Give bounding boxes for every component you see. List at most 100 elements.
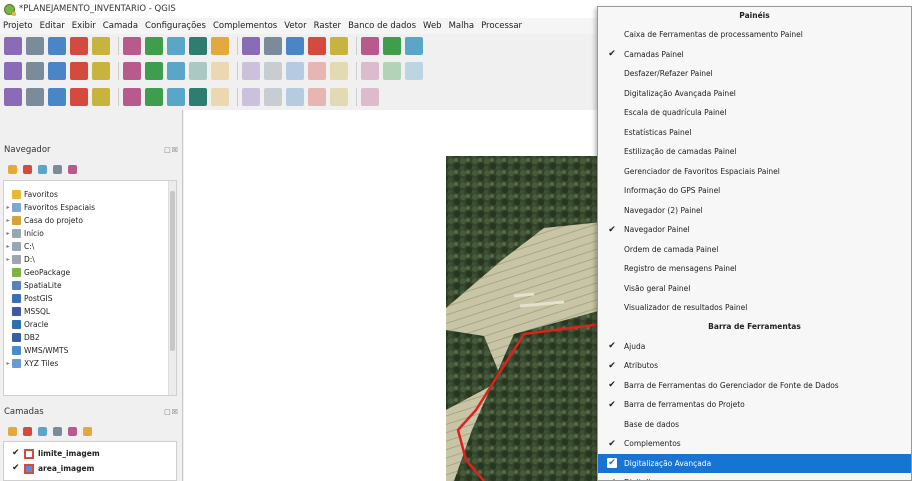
enable-properties-icon[interactable] (68, 164, 77, 174)
panel-toggle-4[interactable]: Escala de quadrícula Painel (598, 103, 911, 122)
cut-features-icon[interactable] (264, 62, 282, 80)
browser-item-12[interactable]: WMS/WMTS (4, 345, 68, 356)
menu-checkbox[interactable]: ✔ (607, 49, 617, 59)
panel-toggle-3[interactable]: Digitalização Avançada Painel (598, 84, 911, 103)
menu-checkbox[interactable] (607, 69, 617, 79)
map-tips-icon[interactable] (330, 37, 348, 55)
vertex-tool-icon[interactable] (48, 62, 66, 80)
save-project-icon[interactable] (48, 37, 66, 55)
pan-icon[interactable] (123, 37, 141, 55)
browser-item-10[interactable]: Oracle (4, 319, 48, 330)
menu-checkbox[interactable] (607, 283, 617, 293)
browser-tree[interactable]: Favoritos ▸ Favoritos Espaciais ▸ Casa do pr… (3, 180, 177, 396)
panel-toggle-12[interactable]: Registro de mensagens Painel (598, 259, 911, 278)
add-mesh-icon[interactable] (211, 88, 229, 106)
add-virtual-layer-icon[interactable] (189, 88, 207, 106)
expand-arrow-icon[interactable]: ▸ (4, 256, 12, 263)
open-project-icon[interactable] (26, 37, 44, 55)
menu-checkbox[interactable]: ✔ (607, 225, 617, 235)
toolbar-toggle-1[interactable]: ✔ Atributos (598, 356, 911, 375)
delete-selected-icon[interactable] (242, 62, 260, 80)
add-spatialite-icon[interactable] (70, 88, 88, 106)
menu-7[interactable]: Raster (314, 21, 341, 31)
digitize-shape-icon[interactable] (70, 62, 88, 80)
pencil-edit-icon[interactable] (145, 62, 163, 80)
panel-toggle-5[interactable]: Estatísticas Painel (598, 123, 911, 142)
browser-item-0[interactable]: Favoritos (4, 189, 58, 200)
toolbar-toggle-5[interactable]: ✔ Complementos (598, 434, 911, 453)
add-selected-layers-icon[interactable] (8, 164, 17, 174)
zoom-last-icon[interactable] (286, 37, 304, 55)
layers-panel-dock-buttons[interactable]: □☒ (164, 408, 179, 416)
refresh-icon[interactable] (405, 37, 423, 55)
new-print-layout-icon[interactable] (70, 37, 88, 55)
browser-scrollbar[interactable] (168, 181, 176, 395)
add-group-icon[interactable] (23, 426, 32, 436)
panel-toggle-9[interactable]: Navegador (2) Painel (598, 201, 911, 220)
menu-checkbox[interactable] (607, 205, 617, 215)
add-wms-icon[interactable] (123, 88, 141, 106)
menu-checkbox[interactable] (607, 186, 617, 196)
zoom-next-icon[interactable] (308, 37, 326, 55)
menu-0[interactable]: Projeto (3, 21, 33, 31)
menu-2[interactable]: Exibir (72, 21, 96, 31)
browser-item-9[interactable]: MSSQL (4, 306, 50, 317)
menu-checkbox[interactable] (607, 419, 617, 429)
new-shapefile-icon[interactable] (242, 88, 260, 106)
panel-toggle-14[interactable]: Visualizador de resultados Painel (598, 298, 911, 317)
undo-icon[interactable] (330, 62, 348, 80)
show-bookmarks-icon[interactable] (383, 37, 401, 55)
layout-manager-icon[interactable] (92, 37, 110, 55)
expand-arrow-icon[interactable]: ▸ (4, 204, 12, 211)
menu-11[interactable]: Processar (481, 21, 522, 31)
menu-10[interactable]: Malha (449, 21, 475, 31)
toolbar-toggle-3[interactable]: ✔ Barra de ferramentas do Projeto (598, 395, 911, 414)
menu-checkbox[interactable] (607, 244, 617, 254)
browser-item-8[interactable]: PostGIS (4, 293, 52, 304)
menu-1[interactable]: Editar (40, 21, 65, 31)
add-wfs-icon[interactable] (145, 88, 163, 106)
browser-item-3[interactable]: ▸ Início (4, 228, 44, 239)
add-delimited-text-icon[interactable] (167, 88, 185, 106)
menu-checkbox[interactable] (607, 147, 617, 157)
add-gps-icon[interactable] (308, 88, 326, 106)
add-postgis-icon[interactable] (92, 88, 110, 106)
menu-checkbox[interactable]: ✔ (607, 458, 617, 468)
layer-visibility-checkbox[interactable]: ✔ (12, 449, 21, 458)
toolbar-toggle-2[interactable]: ✔ Barra de Ferramentas do Gerenciador de … (598, 376, 911, 395)
panel-toggle-11[interactable]: Ordem de camada Painel (598, 240, 911, 259)
filter-legend-icon[interactable] (53, 426, 62, 436)
menu-checkbox[interactable] (607, 127, 617, 137)
menu-checkbox[interactable] (607, 30, 617, 40)
filter-browser-icon[interactable] (38, 164, 47, 174)
new-bookmark-icon[interactable] (361, 37, 379, 55)
menu-4[interactable]: Configurações (145, 21, 206, 31)
layer-visibility-checkbox[interactable]: ✔ (12, 464, 21, 473)
save-layer-edits-icon[interactable] (167, 62, 185, 80)
layer-row-1[interactable]: ✔ area_imagem (12, 462, 94, 475)
add-raster-layer-icon[interactable] (48, 88, 66, 106)
browser-item-5[interactable]: ▸ D:\ (4, 254, 35, 265)
manage-map-themes-icon[interactable] (38, 426, 47, 436)
toolbar-toggle-6[interactable]: ✔ Digitalização Avançada (598, 453, 911, 473)
zoom-out-icon[interactable] (189, 37, 207, 55)
new-geopackage-icon[interactable] (264, 88, 282, 106)
browser-item-13[interactable]: ▸ XYZ Tiles (4, 358, 58, 369)
pan-to-selection-icon[interactable] (145, 37, 163, 55)
add-vector-tile-icon[interactable] (330, 88, 348, 106)
layer-styling-icon[interactable] (4, 88, 22, 106)
menu-checkbox[interactable] (607, 108, 617, 118)
browser-item-1[interactable]: ▸ Favoritos Espaciais (4, 202, 95, 213)
add-vector-layer-icon[interactable] (26, 88, 44, 106)
move-feature-icon[interactable] (211, 62, 229, 80)
browser-item-2[interactable]: ▸ Casa do projeto (4, 215, 83, 226)
browser-item-7[interactable]: SpatiaLite (4, 280, 62, 291)
collapse-all-icon[interactable] (53, 164, 62, 174)
panel-toggle-1[interactable]: ✔ Camadas Painel (598, 45, 911, 64)
zoom-to-layer-icon[interactable] (264, 37, 282, 55)
menu-9[interactable]: Web (423, 21, 442, 31)
panel-toggle-10[interactable]: ✔ Navegador Painel (598, 220, 911, 239)
add-point-cloud-icon[interactable] (361, 88, 379, 106)
browser-scrollbar-thumb[interactable] (170, 191, 175, 351)
menu-checkbox[interactable]: ✔ (607, 439, 617, 449)
